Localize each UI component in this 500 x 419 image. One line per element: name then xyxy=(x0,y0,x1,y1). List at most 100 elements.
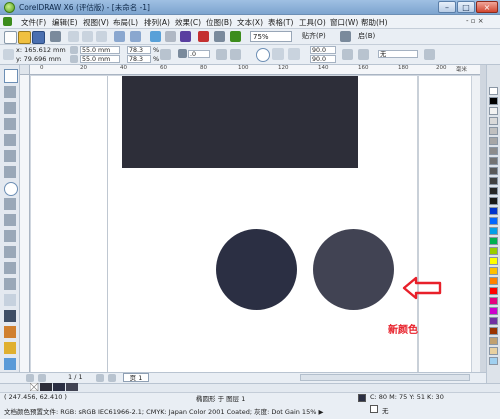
palette-swatch[interactable] xyxy=(489,307,498,315)
width-field[interactable]: 55.0 mm xyxy=(80,46,120,54)
profile-expand-icon[interactable]: ▶ xyxy=(318,408,323,416)
new-color-circle[interactable] xyxy=(313,229,394,310)
menu-effects[interactable]: 效果(C) xyxy=(175,17,201,28)
search-content-icon[interactable] xyxy=(150,31,161,42)
menu-view[interactable]: 视图(V) xyxy=(83,17,109,28)
fill-color-swatch[interactable] xyxy=(358,394,366,402)
palette-swatch[interactable] xyxy=(489,157,498,165)
text-tool-icon[interactable] xyxy=(4,214,16,226)
menu-text[interactable]: 文本(X) xyxy=(237,17,263,28)
horizontal-scrollbar[interactable] xyxy=(300,374,470,381)
paste-icon[interactable] xyxy=(96,31,107,42)
eyedropper-tool-icon[interactable] xyxy=(4,310,16,322)
shape-tool-icon[interactable] xyxy=(4,86,16,98)
welcome-screen-icon[interactable] xyxy=(230,31,241,42)
previous-page-icon[interactable] xyxy=(38,374,46,382)
export-icon[interactable] xyxy=(180,31,191,42)
interactive-fill-tool-icon[interactable] xyxy=(4,358,16,370)
palette-swatch[interactable] xyxy=(489,187,498,195)
application-launcher-icon[interactable] xyxy=(214,31,225,42)
color-profile-info[interactable]: 文档颜色预置文件: RGB: sRGB IEC61966-2.1; CMYK: … xyxy=(4,406,323,416)
add-page-icon[interactable] xyxy=(108,374,116,382)
object-origin-icon[interactable] xyxy=(3,49,14,60)
cut-icon[interactable] xyxy=(68,31,79,42)
palette-swatch[interactable] xyxy=(489,177,498,185)
copy-icon[interactable] xyxy=(82,31,93,42)
publish-pdf-icon[interactable] xyxy=(198,31,209,42)
palette-swatch[interactable] xyxy=(489,347,498,355)
palette-swatch[interactable] xyxy=(489,267,498,275)
palette-swatch[interactable] xyxy=(489,257,498,265)
connector-tool-icon[interactable] xyxy=(4,262,16,274)
palette-swatch[interactable] xyxy=(489,97,498,105)
redo-icon[interactable] xyxy=(130,31,141,42)
pick-tool-icon[interactable] xyxy=(4,69,18,83)
palette-swatch[interactable] xyxy=(489,167,498,175)
next-page-icon[interactable] xyxy=(96,374,104,382)
wrap-text-icon[interactable] xyxy=(358,49,369,60)
palette-swatch[interactable] xyxy=(489,297,498,305)
print-icon[interactable] xyxy=(50,31,61,42)
document-palette-swatches[interactable] xyxy=(30,383,80,391)
menu-bitmaps[interactable]: 位图(B) xyxy=(206,17,232,28)
palette-swatch[interactable] xyxy=(489,227,498,235)
transparency-tool-icon[interactable] xyxy=(4,294,16,306)
convert-to-curves-icon[interactable] xyxy=(424,49,435,60)
height-field[interactable]: 55.0 mm xyxy=(80,55,120,63)
snap-to-menu[interactable]: 贴齐(P) xyxy=(300,31,334,42)
palette-swatch[interactable] xyxy=(489,247,498,255)
mirror-vertical-icon[interactable] xyxy=(230,49,241,60)
palette-swatch[interactable] xyxy=(489,287,498,295)
palette-swatch[interactable] xyxy=(489,127,498,135)
scale-y-field[interactable]: 78.3 xyxy=(127,55,151,63)
start-angle-field[interactable]: 90.0 xyxy=(310,46,336,54)
freehand-tool-icon[interactable] xyxy=(4,134,16,146)
minimize-icon[interactable]: – xyxy=(438,1,456,13)
palette-swatch[interactable] xyxy=(489,317,498,325)
end-angle-field[interactable]: 90.0 xyxy=(310,55,336,63)
color-palette[interactable] xyxy=(486,65,500,395)
palette-swatch[interactable] xyxy=(489,337,498,345)
palette-swatch[interactable] xyxy=(489,87,498,95)
palette-swatch[interactable] xyxy=(489,237,498,245)
palette-swatch[interactable] xyxy=(489,117,498,125)
palette-swatch[interactable] xyxy=(489,147,498,155)
menu-help[interactable]: 帮助(H) xyxy=(361,17,388,28)
mirror-horizontal-icon[interactable] xyxy=(216,49,227,60)
scale-x-field[interactable]: 78.3 xyxy=(127,46,151,54)
menu-tools[interactable]: 工具(O) xyxy=(299,17,326,28)
palette-swatch[interactable] xyxy=(489,357,498,365)
smart-fill-tool-icon[interactable] xyxy=(4,150,16,162)
x-position-field[interactable]: x: 165.612 mm xyxy=(16,46,66,54)
outline-pen-tool-icon[interactable] xyxy=(4,326,16,338)
new-document-icon[interactable] xyxy=(4,31,17,44)
ellipse-mode-icon[interactable] xyxy=(256,48,270,62)
palette-swatch[interactable] xyxy=(489,327,498,335)
options-icon[interactable] xyxy=(340,31,351,42)
palette-swatch[interactable] xyxy=(489,107,498,115)
blend-tool-icon[interactable] xyxy=(4,278,16,290)
palette-swatch[interactable] xyxy=(489,137,498,145)
dimension-tool-icon[interactable] xyxy=(4,246,16,258)
pie-mode-icon[interactable] xyxy=(272,48,284,60)
rectangle-tool-icon[interactable] xyxy=(4,166,16,178)
menu-layout[interactable]: 布局(L) xyxy=(113,17,138,28)
menu-table[interactable]: 表格(T) xyxy=(268,17,293,28)
lock-ratio-icon[interactable] xyxy=(160,49,171,60)
maximize-icon[interactable]: □ xyxy=(457,1,475,13)
fill-tool-icon[interactable] xyxy=(4,342,16,354)
close-icon[interactable]: × xyxy=(476,1,498,13)
menu-file[interactable]: 文件(F) xyxy=(21,17,46,28)
outline-width-select[interactable]: 无 xyxy=(378,50,418,58)
y-position-field[interactable]: y: 79.696 mm xyxy=(16,55,61,63)
page-tab-1[interactable]: 页 1 xyxy=(123,373,149,382)
menu-edit[interactable]: 编辑(E) xyxy=(52,17,78,28)
palette-swatch[interactable] xyxy=(489,217,498,225)
outline-none-icon[interactable] xyxy=(370,405,378,413)
original-color-circle[interactable] xyxy=(216,229,297,310)
palette-swatch[interactable] xyxy=(489,207,498,215)
import-icon[interactable] xyxy=(165,31,176,42)
document-window-controls[interactable]: - ▫ × xyxy=(466,17,484,25)
vertical-scrollbar[interactable] xyxy=(471,76,480,373)
menu-window[interactable]: 窗口(W) xyxy=(330,17,358,28)
